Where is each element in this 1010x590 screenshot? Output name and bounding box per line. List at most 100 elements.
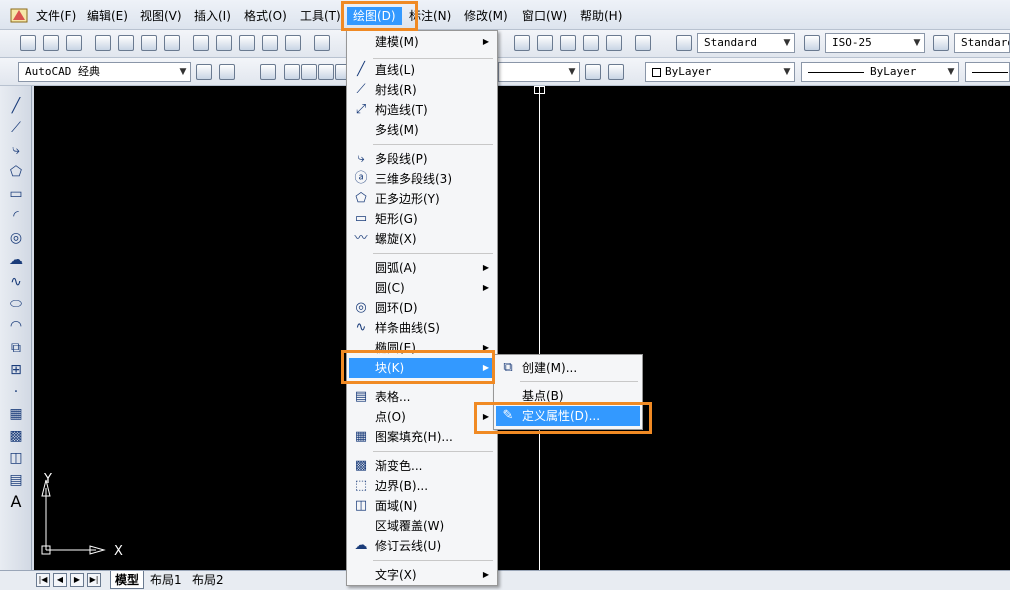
publish-icon[interactable] [141,35,157,51]
menu-item-define-attribute[interactable]: ✎ 定义属性(D)... [496,406,640,426]
layer-manager-icon[interactable] [260,64,276,80]
linetype-combo[interactable]: ByLayer ▼ [801,62,959,82]
table-icon[interactable]: ▤ [6,470,26,490]
menu-item-polyline[interactable]: ⤷ 多段线(P) [349,149,495,169]
table-style-combo[interactable]: Standard [954,33,1010,53]
make-current-layer-icon[interactable] [585,64,601,80]
layer-combo[interactable]: ▼ [498,62,580,82]
menu-dimension[interactable]: 标注(N) [403,7,457,25]
menu-draw[interactable]: 绘图(D) [347,7,402,25]
menu-item-block[interactable]: 块(K) ▶ [349,358,495,378]
save-icon[interactable] [66,35,82,51]
construction-line-icon[interactable]: ⟋ [6,118,26,138]
revcloud-icon[interactable]: ☁ [6,250,26,270]
sun-icon[interactable] [301,64,317,80]
rectangle-icon[interactable]: ▭ [6,184,26,204]
tab-layout2[interactable]: 布局2 [188,571,228,589]
undo-icon[interactable] [314,35,330,51]
arc-icon[interactable]: ◜ [6,206,26,226]
gradient-icon[interactable]: ▩ [6,426,26,446]
polyline-icon[interactable]: ⤷ [6,140,26,160]
dim-style-icon[interactable] [804,35,820,51]
match-properties-icon[interactable] [262,35,278,51]
menu-item-polygon[interactable]: ⬠ 正多边形(Y) [349,189,495,209]
menu-item-multiline[interactable]: 多线(M) [349,120,495,140]
dim-style-combo[interactable]: ISO-25 ▼ [825,33,925,53]
light-bulb-icon[interactable] [284,64,300,80]
menu-edit[interactable]: 编辑(E) [81,7,134,25]
menu-file[interactable]: 文件(F) [30,7,82,25]
polygon-icon[interactable]: ⬠ [6,162,26,182]
workspace-settings-icon[interactable] [196,64,212,80]
calculator-icon[interactable] [606,35,622,51]
design-center-icon[interactable] [514,35,530,51]
tab-layout1[interactable]: 布局1 [146,571,186,589]
menu-item-arc[interactable]: 圆弧(A) ▶ [349,258,495,278]
menu-item-point[interactable]: 点(O) ▶ [349,407,495,427]
menu-format[interactable]: 格式(O) [238,7,293,25]
menu-item-modeling[interactable]: 建模(M) ▶ [349,32,495,52]
line-icon[interactable]: ╱ [6,96,26,116]
first-tab-icon[interactable]: |◀ [36,573,50,587]
lock-icon[interactable] [318,64,334,80]
region-icon[interactable]: ◫ [6,448,26,468]
menu-item-spline[interactable]: ∿ 样条曲线(S) [349,318,495,338]
text-style-combo[interactable]: Standard ▼ [697,33,795,53]
table-style-icon[interactable] [933,35,949,51]
copy-icon[interactable] [216,35,232,51]
block-editor-icon[interactable] [285,35,301,51]
menu-item-rectangle[interactable]: ▭ 矩形(G) [349,209,495,229]
layer-previous-icon[interactable] [608,64,624,80]
menu-item-base-point[interactable]: 基点(B) [496,386,640,406]
menu-item-hatch[interactable]: ▦ 图案填充(H)... [349,427,495,447]
color-combo[interactable]: ByLayer ▼ [645,62,795,82]
new-file-icon[interactable] [20,35,36,51]
menu-item-table[interactable]: ▤ 表格... [349,387,495,407]
menu-item-ellipse[interactable]: 椭圆(E) ▶ [349,338,495,358]
help-icon[interactable] [635,35,651,51]
tool-palettes-icon[interactable] [537,35,553,51]
paste-icon[interactable] [239,35,255,51]
menu-help[interactable]: 帮助(H) [574,7,628,25]
menu-window[interactable]: 窗口(W) [516,7,573,25]
tab-model[interactable]: 模型 [110,571,145,589]
menu-item-wipeout[interactable]: 区域覆盖(W) [349,516,495,536]
prev-tab-icon[interactable]: ◀ [53,573,67,587]
menu-item-construction-line[interactable]: ⤢ 构造线(T) [349,100,495,120]
hatch-icon[interactable]: ▦ [6,404,26,424]
menu-item-circle[interactable]: 圆(C) ▶ [349,278,495,298]
menu-modify[interactable]: 修改(M) [458,7,514,25]
autocad-app-icon[interactable] [10,6,28,24]
menu-item-helix[interactable]: 〰螺旋(X) [349,229,495,249]
spline-icon[interactable]: ∿ [6,272,26,292]
next-tab-icon[interactable]: ▶ [70,573,84,587]
last-tab-icon[interactable]: ▶| [87,573,101,587]
menu-item-ray[interactable]: ⟋ 射线(R) [349,80,495,100]
circle-icon[interactable]: ◎ [6,228,26,248]
markup-icon[interactable] [583,35,599,51]
open-file-icon[interactable] [43,35,59,51]
menu-item-region[interactable]: ◫ 面域(N) [349,496,495,516]
menu-item-gradient[interactable]: ▩ 渐变色... [349,456,495,476]
insert-block-icon[interactable]: ⧉ [6,338,26,358]
ellipse-arc-icon[interactable]: ◠ [6,316,26,336]
menu-item-block-create[interactable]: ⧉ 创建(M)... [496,358,640,378]
menu-item-3d-polyline[interactable]: ⓐ 三维多段线(3) [349,169,495,189]
cut-icon[interactable] [193,35,209,51]
menu-item-revcloud[interactable]: ☁ 修订云线(U) [349,536,495,556]
point-icon[interactable]: · [6,382,26,402]
multiline-text-icon[interactable]: A [6,492,26,512]
menu-item-line[interactable]: ╱ 直线(L) [349,60,495,80]
menu-item-text[interactable]: 文字(X) ▶ [349,565,495,585]
menu-insert[interactable]: 插入(I) [188,7,237,25]
ellipse-icon[interactable]: ⬭ [6,294,26,314]
print-icon[interactable] [95,35,111,51]
menu-item-boundary[interactable]: ⬚ 边界(B)... [349,476,495,496]
drawing-canvas[interactable]: Y X [34,86,1010,570]
lineweight-combo[interactable] [965,62,1010,82]
sheet-set-icon[interactable] [560,35,576,51]
make-block-icon[interactable]: ⊞ [6,360,26,380]
menu-item-donut[interactable]: ◎ 圆环(D) [349,298,495,318]
print-preview-icon[interactable] [118,35,134,51]
3d-dwf-icon[interactable] [164,35,180,51]
